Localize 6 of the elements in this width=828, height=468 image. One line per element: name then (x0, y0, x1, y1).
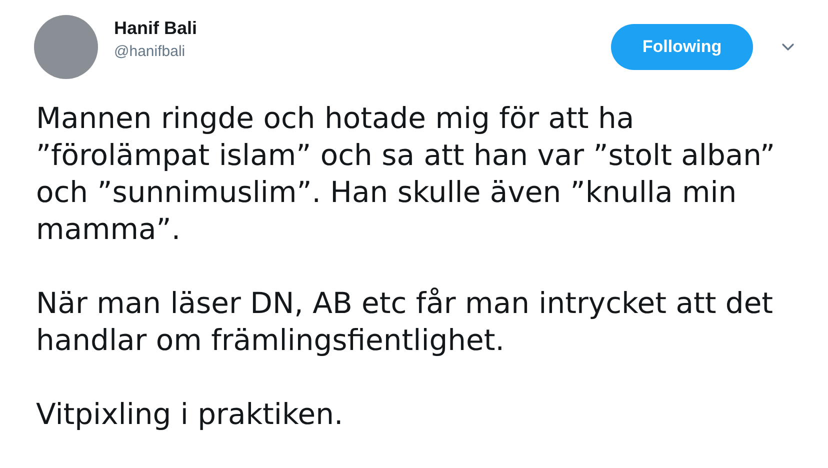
author-handle[interactable]: @hanifbali (114, 40, 198, 64)
follow-button[interactable]: Following (611, 24, 753, 70)
tweet-paragraph: När man läser DN, AB etc får man intrycket att det handlar om främlingsfientlighet. (36, 285, 774, 359)
tweet-paragraph: Vitpixling i praktiken. (36, 396, 344, 433)
author-name[interactable]: Hanif Bali (114, 16, 198, 40)
tweet-paragraph: Mannen ringde och hotade mig för att ha ”förolämpat islam” och sa att han var ”stolt alban” och ”sunnimuslim”. Han skulle även ”knulla min mamma”. (36, 100, 776, 248)
